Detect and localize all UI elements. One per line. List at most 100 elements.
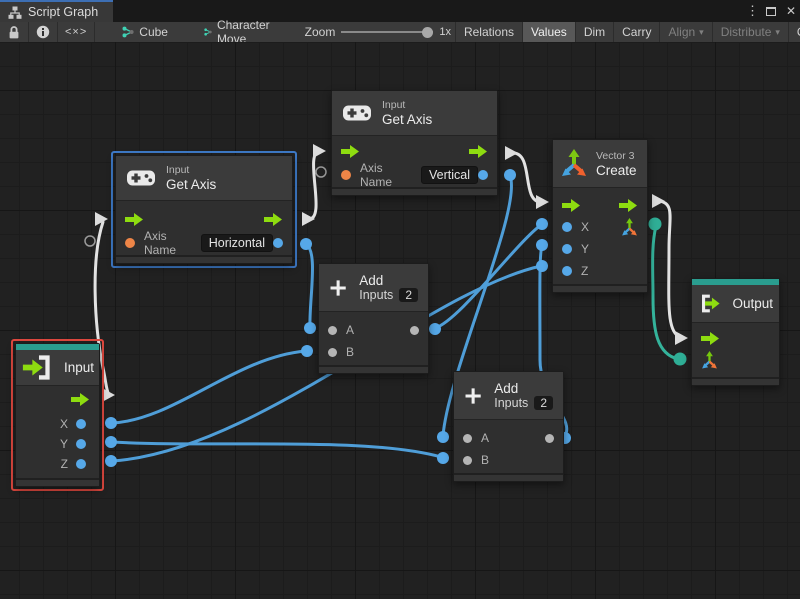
inputs-label: Inputs [359, 288, 393, 302]
port-dot-vertical-value-out[interactable] [504, 169, 516, 181]
port-dot-add1-b-in[interactable] [301, 345, 313, 357]
wire-horizontal-to-add1-a[interactable] [307, 245, 313, 327]
control-out-port[interactable] [469, 145, 488, 158]
control-out-arrow-vector3[interactable] [652, 194, 665, 208]
wire-getaxis-vertical-to-vector3[interactable] [513, 153, 541, 202]
wire-input-y-to-add2-b[interactable] [112, 442, 441, 457]
control-out-arrow-getaxis-horizontal[interactable] [302, 212, 315, 226]
node-add-1[interactable]: Add Inputs 2 A B [318, 263, 429, 374]
gamepad-icon [342, 103, 372, 123]
node-title: Get Axis [166, 177, 216, 192]
node-footer [332, 187, 497, 195]
control-in-port[interactable] [341, 145, 360, 158]
value-out-port[interactable] [478, 170, 488, 180]
axis-name-field[interactable]: Vertical [421, 166, 478, 184]
node-category: Input [166, 164, 216, 176]
control-in-arrow-getaxis-vertical[interactable] [313, 144, 326, 158]
add-b-in-port[interactable] [328, 348, 337, 357]
port-ring-horizontal-axisname-in[interactable] [85, 236, 95, 246]
port-dot-add1-out[interactable] [429, 323, 441, 335]
port-dot-input-y-out[interactable] [105, 436, 117, 448]
output-icon [698, 290, 724, 317]
string-in-port[interactable] [125, 238, 135, 248]
node-output[interactable]: Output [691, 278, 780, 386]
port-dot-input-x-out[interactable] [105, 417, 117, 429]
port-dot-add1-a-in[interactable] [304, 322, 316, 334]
node-input[interactable]: Input X Y Z [15, 343, 100, 487]
port-dot-horizontal-value-out[interactable] [300, 238, 312, 250]
control-out-arrow-getaxis-vertical[interactable] [505, 146, 518, 160]
control-out-port[interactable] [264, 213, 283, 226]
string-in-port[interactable] [341, 170, 351, 180]
node-vector3-create[interactable]: Vector 3 Create X Y Z [552, 139, 648, 293]
port-label: Y [60, 437, 68, 451]
axis-name-field[interactable]: Horizontal [201, 234, 273, 252]
node-get-axis-vertical[interactable]: Input Get Axis Axis Name Vertical [331, 90, 498, 196]
port-ring-vertical-axisname-in[interactable] [316, 167, 326, 177]
wire-getaxis-horizontal-to-getaxis-vertical[interactable] [309, 151, 320, 219]
input-x-out-port[interactable] [76, 419, 86, 429]
inputs-count-field[interactable]: 2 [399, 288, 418, 302]
node-get-axis-horizontal[interactable]: Input Get Axis Axis Name Horizontal [115, 155, 293, 264]
inputs-label: Inputs [494, 396, 528, 410]
node-footer [116, 255, 292, 263]
control-in-port[interactable] [125, 213, 144, 226]
port-label: X [581, 220, 589, 234]
port-dot-output-vector-in[interactable] [674, 353, 687, 366]
unity-visual-scripting-window: Script Graph ⋮ ✕ <×> [0, 0, 800, 599]
input-y-out-port[interactable] [76, 439, 86, 449]
add-sum-out-port[interactable] [410, 326, 419, 335]
control-in-arrow-vector3[interactable] [536, 195, 549, 209]
port-dot-add2-b-in[interactable] [437, 452, 449, 464]
node-category: Input [382, 99, 432, 111]
port-label: B [346, 345, 354, 359]
vector3-icon [561, 149, 587, 179]
node-title: Add [494, 381, 553, 396]
port-label: A [346, 323, 354, 337]
vector3-x-in-port[interactable] [562, 222, 572, 232]
value-out-port[interactable] [273, 238, 283, 248]
port-dot-input-z-out[interactable] [105, 455, 117, 467]
node-footer [553, 284, 647, 292]
control-in-arrow-output[interactable] [675, 331, 688, 345]
control-out-port[interactable] [71, 393, 90, 406]
plus-icon [329, 277, 347, 299]
add-a-in-port[interactable] [328, 326, 337, 335]
wire-input-x-to-add1-b[interactable] [112, 351, 306, 423]
node-add-2[interactable]: Add Inputs 2 A B [453, 371, 564, 482]
port-dot-vector3-x-in[interactable] [536, 218, 548, 230]
control-in-port[interactable] [562, 199, 581, 212]
node-footer [692, 377, 779, 385]
vector3-out-port[interactable] [621, 218, 638, 236]
vector3-z-in-port[interactable] [562, 266, 572, 276]
add-sum-out-port[interactable] [545, 434, 554, 443]
gamepad-icon [126, 168, 156, 188]
port-dot-vector3-value-out[interactable] [649, 218, 662, 231]
vector3-y-in-port[interactable] [562, 244, 572, 254]
port-dot-add2-a-in[interactable] [437, 431, 449, 443]
port-label: Y [581, 242, 589, 256]
port-label: Axis Name [144, 229, 194, 257]
control-in-port[interactable] [701, 332, 720, 345]
vector3-in-port[interactable] [701, 351, 718, 369]
node-footer [16, 478, 99, 486]
node-footer [319, 365, 428, 373]
wire-vector3-to-output[interactable] [659, 201, 681, 338]
inputs-count-field[interactable]: 2 [534, 396, 553, 410]
node-title: Output [732, 296, 773, 311]
port-label: Axis Name [360, 161, 414, 189]
add-a-in-port[interactable] [463, 434, 472, 443]
wire-vector3-value-to-output[interactable] [653, 226, 678, 359]
node-title: Add [359, 273, 418, 288]
add-b-in-port[interactable] [463, 456, 472, 465]
input-z-out-port[interactable] [76, 459, 86, 469]
node-title: Get Axis [382, 112, 432, 127]
port-dot-vector3-z-in[interactable] [536, 260, 548, 272]
node-title: Input [64, 360, 94, 375]
node-footer [454, 473, 563, 481]
control-out-port[interactable] [619, 199, 638, 212]
port-label: Z [61, 457, 68, 471]
port-dot-vector3-y-in[interactable] [536, 239, 548, 251]
port-label: A [481, 431, 489, 445]
node-title: Create [596, 163, 637, 178]
